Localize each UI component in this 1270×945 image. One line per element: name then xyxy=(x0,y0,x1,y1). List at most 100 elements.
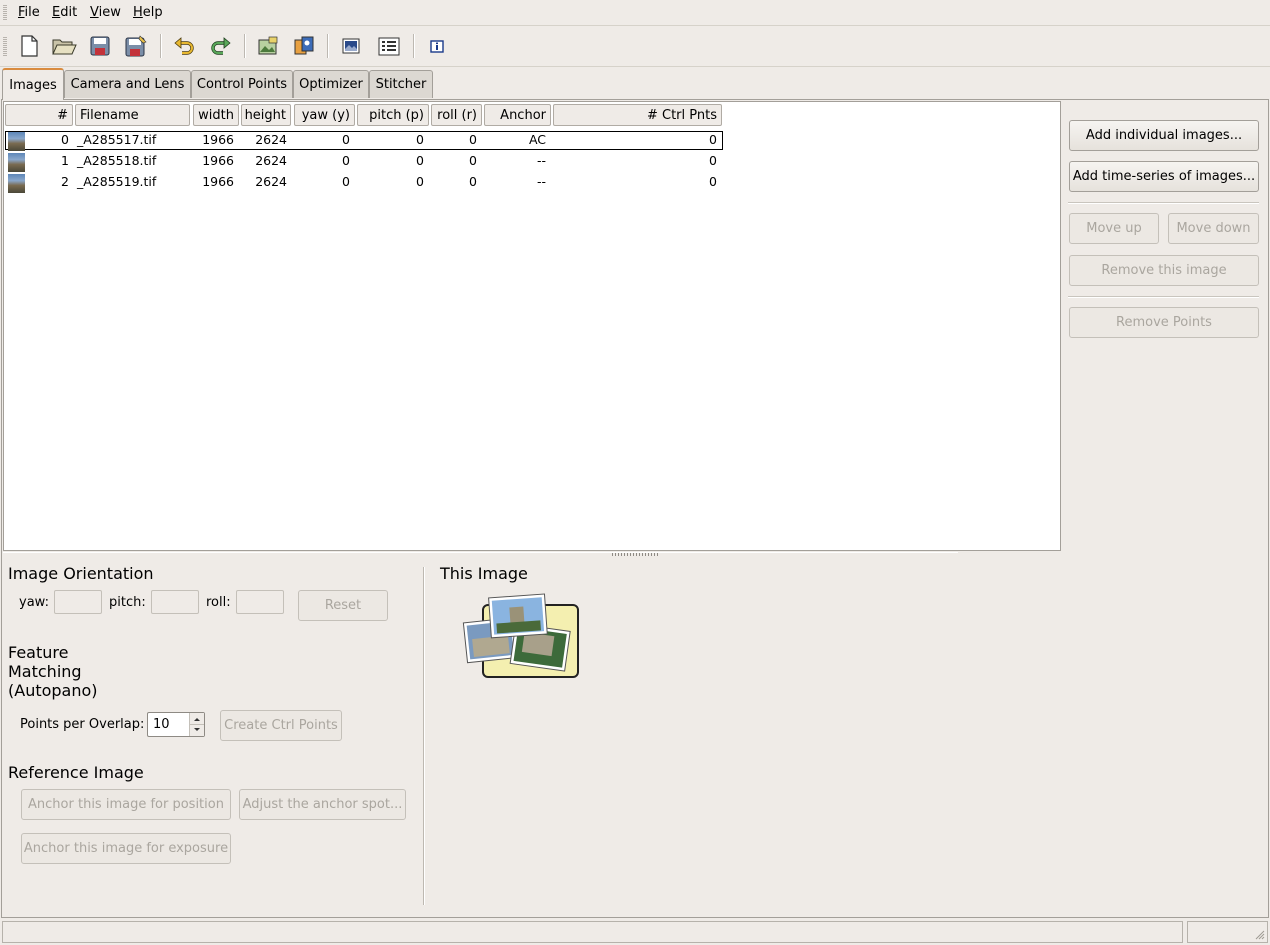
cell-anchor: AC xyxy=(528,132,546,147)
cell-roll: 0 xyxy=(469,174,477,189)
menu-help[interactable]: Help xyxy=(133,5,163,20)
cell-filename: _A285517.tif xyxy=(77,132,157,147)
cell-height: 2624 xyxy=(255,153,287,168)
pitch-label: pitch: xyxy=(109,595,146,610)
toolbar-separator xyxy=(327,34,329,58)
cell-roll: 0 xyxy=(469,153,477,168)
cell-number: 1 xyxy=(61,153,69,168)
column-header-anchor[interactable]: Anchor xyxy=(484,104,551,126)
tab-control-points[interactable]: Control Points xyxy=(191,70,293,98)
add-individual-images-button[interactable]: Add individual images... xyxy=(1069,120,1259,151)
redo-icon[interactable] xyxy=(207,32,235,60)
preview-icon[interactable] xyxy=(337,32,365,60)
cell-ctrl-pnts: 0 xyxy=(709,132,717,147)
reset-button[interactable]: Reset xyxy=(298,590,388,621)
feature-matching-title: Feature Matching (Autopano) xyxy=(8,643,98,700)
column-header-roll[interactable]: roll (r) xyxy=(431,104,482,126)
pane-splitter[interactable] xyxy=(3,552,958,556)
create-ctrl-points-button[interactable]: Create Ctrl Points xyxy=(220,710,342,741)
orientation-title: Image Orientation xyxy=(8,564,154,583)
side-separator xyxy=(1068,296,1259,298)
column-header-yaw[interactable]: yaw (y) xyxy=(294,104,355,126)
info-icon[interactable] xyxy=(423,32,451,60)
toolbar-separator xyxy=(244,34,246,58)
cell-anchor: -- xyxy=(536,174,546,189)
undo-icon[interactable] xyxy=(170,32,198,60)
points-per-overlap-stepper[interactable]: 10 xyxy=(147,712,205,737)
menu-file[interactable]: File xyxy=(18,5,40,20)
anchor-position-button[interactable]: Anchor this image for position xyxy=(21,789,231,820)
cell-yaw: 0 xyxy=(342,132,350,147)
remove-points-button[interactable]: Remove Points xyxy=(1069,307,1259,338)
toolbar-divider xyxy=(0,66,1270,67)
tab-optimizer[interactable]: Optimizer xyxy=(293,70,369,98)
cell-roll: 0 xyxy=(469,132,477,147)
menubar-grip xyxy=(3,4,7,21)
menu-edit[interactable]: Edit xyxy=(52,5,77,20)
stepper-buttons[interactable] xyxy=(189,713,204,736)
column-header-filename[interactable]: Filename xyxy=(75,104,190,126)
cell-pitch: 0 xyxy=(416,174,424,189)
toolbar-separator xyxy=(160,34,162,58)
toolbar-grip xyxy=(3,36,7,56)
roll-label: roll: xyxy=(206,595,231,610)
cell-pitch: 0 xyxy=(416,132,424,147)
yaw-label: yaw: xyxy=(19,595,49,610)
yaw-field[interactable] xyxy=(54,590,102,614)
points-value: 10 xyxy=(153,717,170,732)
status-bar xyxy=(2,921,1183,943)
bottom-divider xyxy=(423,567,425,905)
adjust-anchor-button[interactable]: Adjust the anchor spot... xyxy=(239,789,406,820)
toolbar-separator xyxy=(413,34,415,58)
cell-ctrl-pnts: 0 xyxy=(709,153,717,168)
align-icon[interactable] xyxy=(290,32,318,60)
open-folder-icon[interactable] xyxy=(50,32,78,60)
anchor-exposure-button[interactable]: Anchor this image for exposure xyxy=(21,833,231,864)
cell-height: 2624 xyxy=(255,132,287,147)
optimizer-list-icon[interactable] xyxy=(375,32,403,60)
cell-ctrl-pnts: 0 xyxy=(709,174,717,189)
menu-view[interactable]: View xyxy=(90,5,121,20)
move-down-button[interactable]: Move down xyxy=(1168,213,1259,244)
column-header-height[interactable]: height xyxy=(241,104,291,126)
save-icon[interactable] xyxy=(86,32,114,60)
cell-pitch: 0 xyxy=(416,153,424,168)
cell-height: 2624 xyxy=(255,174,287,189)
roll-field[interactable] xyxy=(236,590,284,614)
new-file-icon[interactable] xyxy=(15,32,43,60)
reference-image-title: Reference Image xyxy=(8,763,144,782)
cell-filename: _A285519.tif xyxy=(77,174,157,189)
tab-stitcher[interactable]: Stitcher xyxy=(369,70,433,98)
side-separator xyxy=(1068,202,1259,204)
cell-anchor: -- xyxy=(536,153,546,168)
move-up-button[interactable]: Move up xyxy=(1069,213,1159,244)
stepper-arrows-icon xyxy=(190,718,204,731)
status-bar-secondary xyxy=(1187,921,1268,943)
cell-width: 1966 xyxy=(202,174,234,189)
tab-images[interactable]: Images xyxy=(2,68,64,100)
cell-width: 1966 xyxy=(202,153,234,168)
pitch-field[interactable] xyxy=(151,590,199,614)
save-as-icon[interactable] xyxy=(122,32,150,60)
splitter-grip[interactable] xyxy=(612,553,658,556)
menubar: File Edit View Help xyxy=(0,0,1270,25)
remove-image-button[interactable]: Remove this image xyxy=(1069,255,1259,286)
cell-width: 1966 xyxy=(202,132,234,147)
column-header-width[interactable]: width xyxy=(193,104,239,126)
add-images-icon[interactable] xyxy=(254,32,282,60)
cell-filename: _A285518.tif xyxy=(77,153,157,168)
cell-number: 0 xyxy=(61,132,69,147)
add-time-series-button[interactable]: Add time-series of images... xyxy=(1069,161,1259,192)
column-header-ctrl-pnts[interactable]: # Ctrl Pnts xyxy=(553,104,722,126)
menubar-divider xyxy=(0,25,1270,26)
column-header-number[interactable]: # xyxy=(5,104,73,126)
cell-yaw: 0 xyxy=(342,174,350,189)
column-header-pitch[interactable]: pitch (p) xyxy=(357,104,429,126)
cell-yaw: 0 xyxy=(342,153,350,168)
image-placeholder-icon xyxy=(462,592,582,682)
tab-camera-and-lens[interactable]: Camera and Lens xyxy=(64,70,191,98)
points-per-overlap-label: Points per Overlap: xyxy=(20,717,145,732)
cell-number: 2 xyxy=(61,174,69,189)
resize-grip-icon xyxy=(1255,930,1265,940)
this-image-title: This Image xyxy=(440,564,528,583)
